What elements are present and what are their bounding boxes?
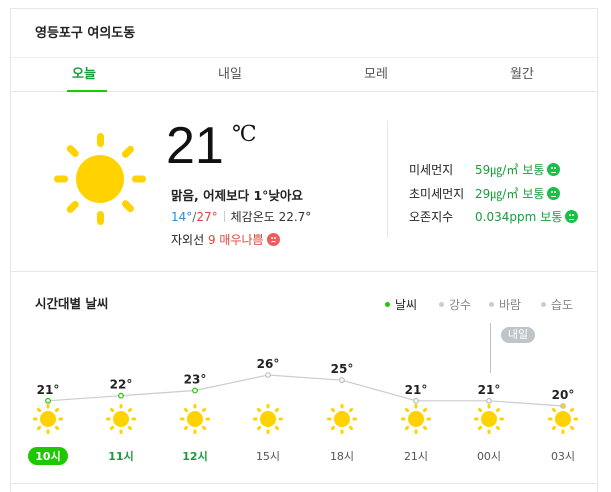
feels-like: 체감온도 22.7° — [230, 210, 312, 224]
uv-level: 9 매우나쁨 — [207, 233, 264, 247]
sun-icon — [548, 404, 578, 434]
uv-index: 자외선 9 매우나쁨 — [171, 231, 280, 248]
hour-label: 15시 — [256, 450, 280, 463]
temperature-unit: ℃ — [232, 122, 257, 147]
temperature-label: 21° — [37, 383, 60, 397]
temperature-label: 21° — [478, 383, 501, 397]
legend-wind[interactable]: 바람 — [489, 296, 521, 313]
tab-tomorrow[interactable]: 내일 — [157, 58, 303, 91]
temperature-label: 21° — [405, 383, 428, 397]
location-title: 영등포구 여의도동 — [35, 26, 136, 41]
sun-icon — [106, 404, 136, 434]
temperature-point — [45, 397, 51, 404]
tab-day-after-tomorrow[interactable]: 모레 — [303, 58, 449, 91]
hour-label: 21시 — [404, 450, 428, 463]
hour-label: 10시 — [35, 450, 60, 463]
smile-face-icon — [565, 210, 579, 223]
sun-icon — [401, 404, 431, 434]
sun-icon — [327, 404, 357, 434]
bottom-divider — [11, 483, 597, 484]
hour-label: 03시 — [551, 450, 575, 463]
current-temperature: 21 — [166, 117, 224, 175]
temperature-label: 26° — [257, 357, 280, 371]
temperature-range: 14°/27° 체감온도 22.7° — [171, 208, 311, 225]
tab-today[interactable]: 오늘 — [11, 58, 157, 92]
legend-humidity[interactable]: 습도 — [541, 296, 573, 313]
uv-label: 자외선 — [171, 233, 205, 247]
temperature-label: 22° — [110, 378, 133, 392]
temperature-point — [118, 392, 124, 399]
hour-label: 11시 — [108, 450, 133, 463]
hour-label: 00시 — [477, 450, 501, 463]
hour-label: 18시 — [330, 450, 354, 463]
temperature-label: 23° — [184, 373, 207, 387]
section-divider — [11, 271, 597, 272]
weather-panel: 영등포구 여의도동 오늘 내일 모레 월간 21 ℃ 맑음, 어제보다 1°낮아… — [10, 8, 598, 492]
temperature-label: 20° — [552, 388, 575, 402]
temperature-point — [486, 397, 492, 404]
legend-precipitation[interactable]: 강수 — [439, 296, 471, 313]
low-temperature: 14° — [171, 210, 193, 224]
temperature-point — [192, 387, 198, 394]
sun-icon — [54, 133, 146, 225]
sun-icon — [474, 404, 504, 434]
current-weather: 21 ℃ 맑음, 어제보다 1°낮아요 14°/27° 체감온도 22.7° 자외… — [11, 91, 597, 273]
hourly-chart: 21° 10시 22° 11시 23° 12시 26° 15시 25° 18시 21° 21시 21° 0… — [11, 319, 597, 489]
temperature-label: 25° — [331, 362, 354, 376]
air-fine-dust[interactable]: 미세먼지 59㎍/㎥ 보통 — [409, 161, 561, 178]
day-tabs: 오늘 내일 모레 월간 — [11, 57, 597, 92]
legend-weather[interactable]: 날씨 — [385, 296, 417, 313]
sun-icon — [33, 404, 63, 434]
air-ozone[interactable]: 오존지수 0.034ppm 보통 — [409, 208, 579, 225]
hour-label: 12시 — [182, 450, 207, 463]
smile-face-icon — [547, 163, 561, 176]
hourly-title: 시간대별 날씨 — [35, 296, 109, 311]
divider — [387, 121, 388, 238]
sun-icon — [180, 404, 210, 434]
hourly-chart-svg: 21° 10시 22° 11시 23° 12시 26° 15시 25° 18시 21° 21시 21° 0… — [28, 357, 578, 465]
smile-face-icon — [547, 187, 561, 200]
sad-face-icon — [266, 233, 280, 246]
temperature-point — [413, 397, 419, 404]
air-ultrafine-dust[interactable]: 초미세먼지 29㎍/㎥ 보통 — [409, 185, 561, 202]
temperature-point — [265, 372, 271, 378]
sun-icon — [253, 404, 283, 434]
tab-monthly[interactable]: 월간 — [449, 58, 595, 91]
high-temperature: 27° — [196, 210, 218, 224]
temperature-point — [339, 377, 345, 384]
weather-summary: 맑음, 어제보다 1°낮아요 — [171, 188, 303, 203]
